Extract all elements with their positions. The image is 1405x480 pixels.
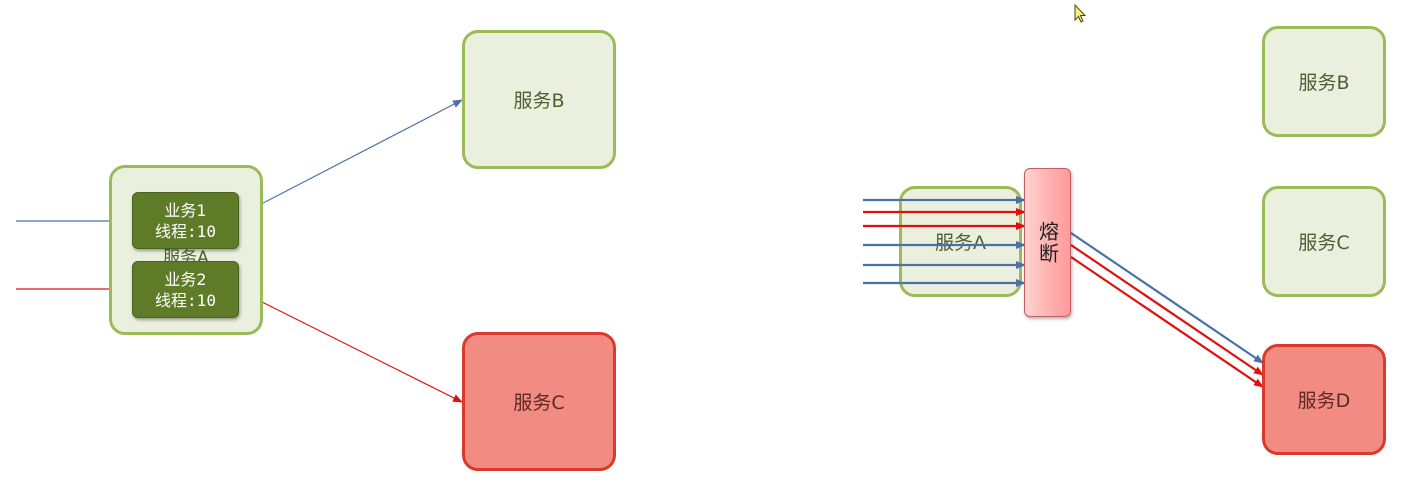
right-service-d-label: 服务D <box>1297 390 1351 412</box>
right-service-c-label: 服务C <box>1298 232 1350 254</box>
right-service-d-box: 服务D <box>1262 344 1386 455</box>
circuit-breaker-box: 熔断 <box>1024 168 1071 317</box>
mouse-pointer-icon <box>1074 4 1087 23</box>
right-service-b-label: 服务B <box>1298 72 1350 94</box>
outgoing-arrow-blue <box>1070 232 1264 364</box>
right-service-c-box: 服务C <box>1262 186 1386 297</box>
outgoing-arrow-red-2 <box>1070 256 1264 388</box>
right-service-b-box: 服务B <box>1262 26 1386 137</box>
circuit-breaker-label: 熔断 <box>1035 220 1060 265</box>
right-diagram-arrows <box>863 196 1264 388</box>
outgoing-arrow-red-1 <box>1070 244 1264 376</box>
